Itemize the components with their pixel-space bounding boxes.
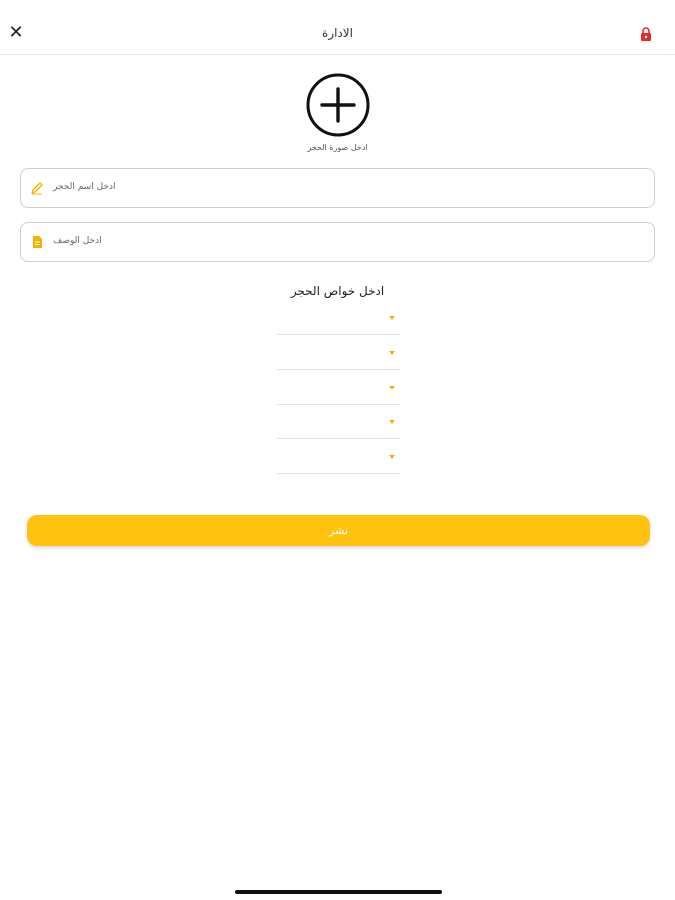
document-icon [33,236,42,248]
page-title: الادارة [322,26,353,40]
properties-title: ادخل خواص الحجر [290,284,385,298]
chevron-down-icon [389,455,395,459]
chevron-down-icon [389,316,395,320]
admin-add-stone-screen: ✕ الادارة ادخل صورة الحجر ادخل اسم الحجر… [0,0,675,900]
description-field[interactable]: ادخل الوصف [20,222,655,262]
home-indicator [235,890,442,894]
property-dropdown-3[interactable] [276,376,400,405]
property-dropdown-2[interactable] [276,341,400,370]
top-bar: ✕ الادارة [0,0,675,55]
pencil-icon [31,182,43,195]
chevron-down-icon [389,386,395,390]
publish-button[interactable]: نشر [27,515,650,546]
property-dropdown-5[interactable] [276,445,400,474]
add-photo-button[interactable] [305,72,371,138]
chevron-down-icon [389,351,395,355]
chevron-down-icon [389,420,395,424]
property-dropdown-4[interactable] [276,410,400,439]
lock-icon[interactable] [640,27,652,41]
description-placeholder: ادخل الوصف [53,236,102,246]
stone-name-field[interactable]: ادخل اسم الحجر [20,168,655,208]
add-photo-label: ادخل صورة الحجر [307,143,368,152]
stone-name-placeholder: ادخل اسم الحجر [53,182,116,192]
property-dropdown-1[interactable] [276,306,400,335]
